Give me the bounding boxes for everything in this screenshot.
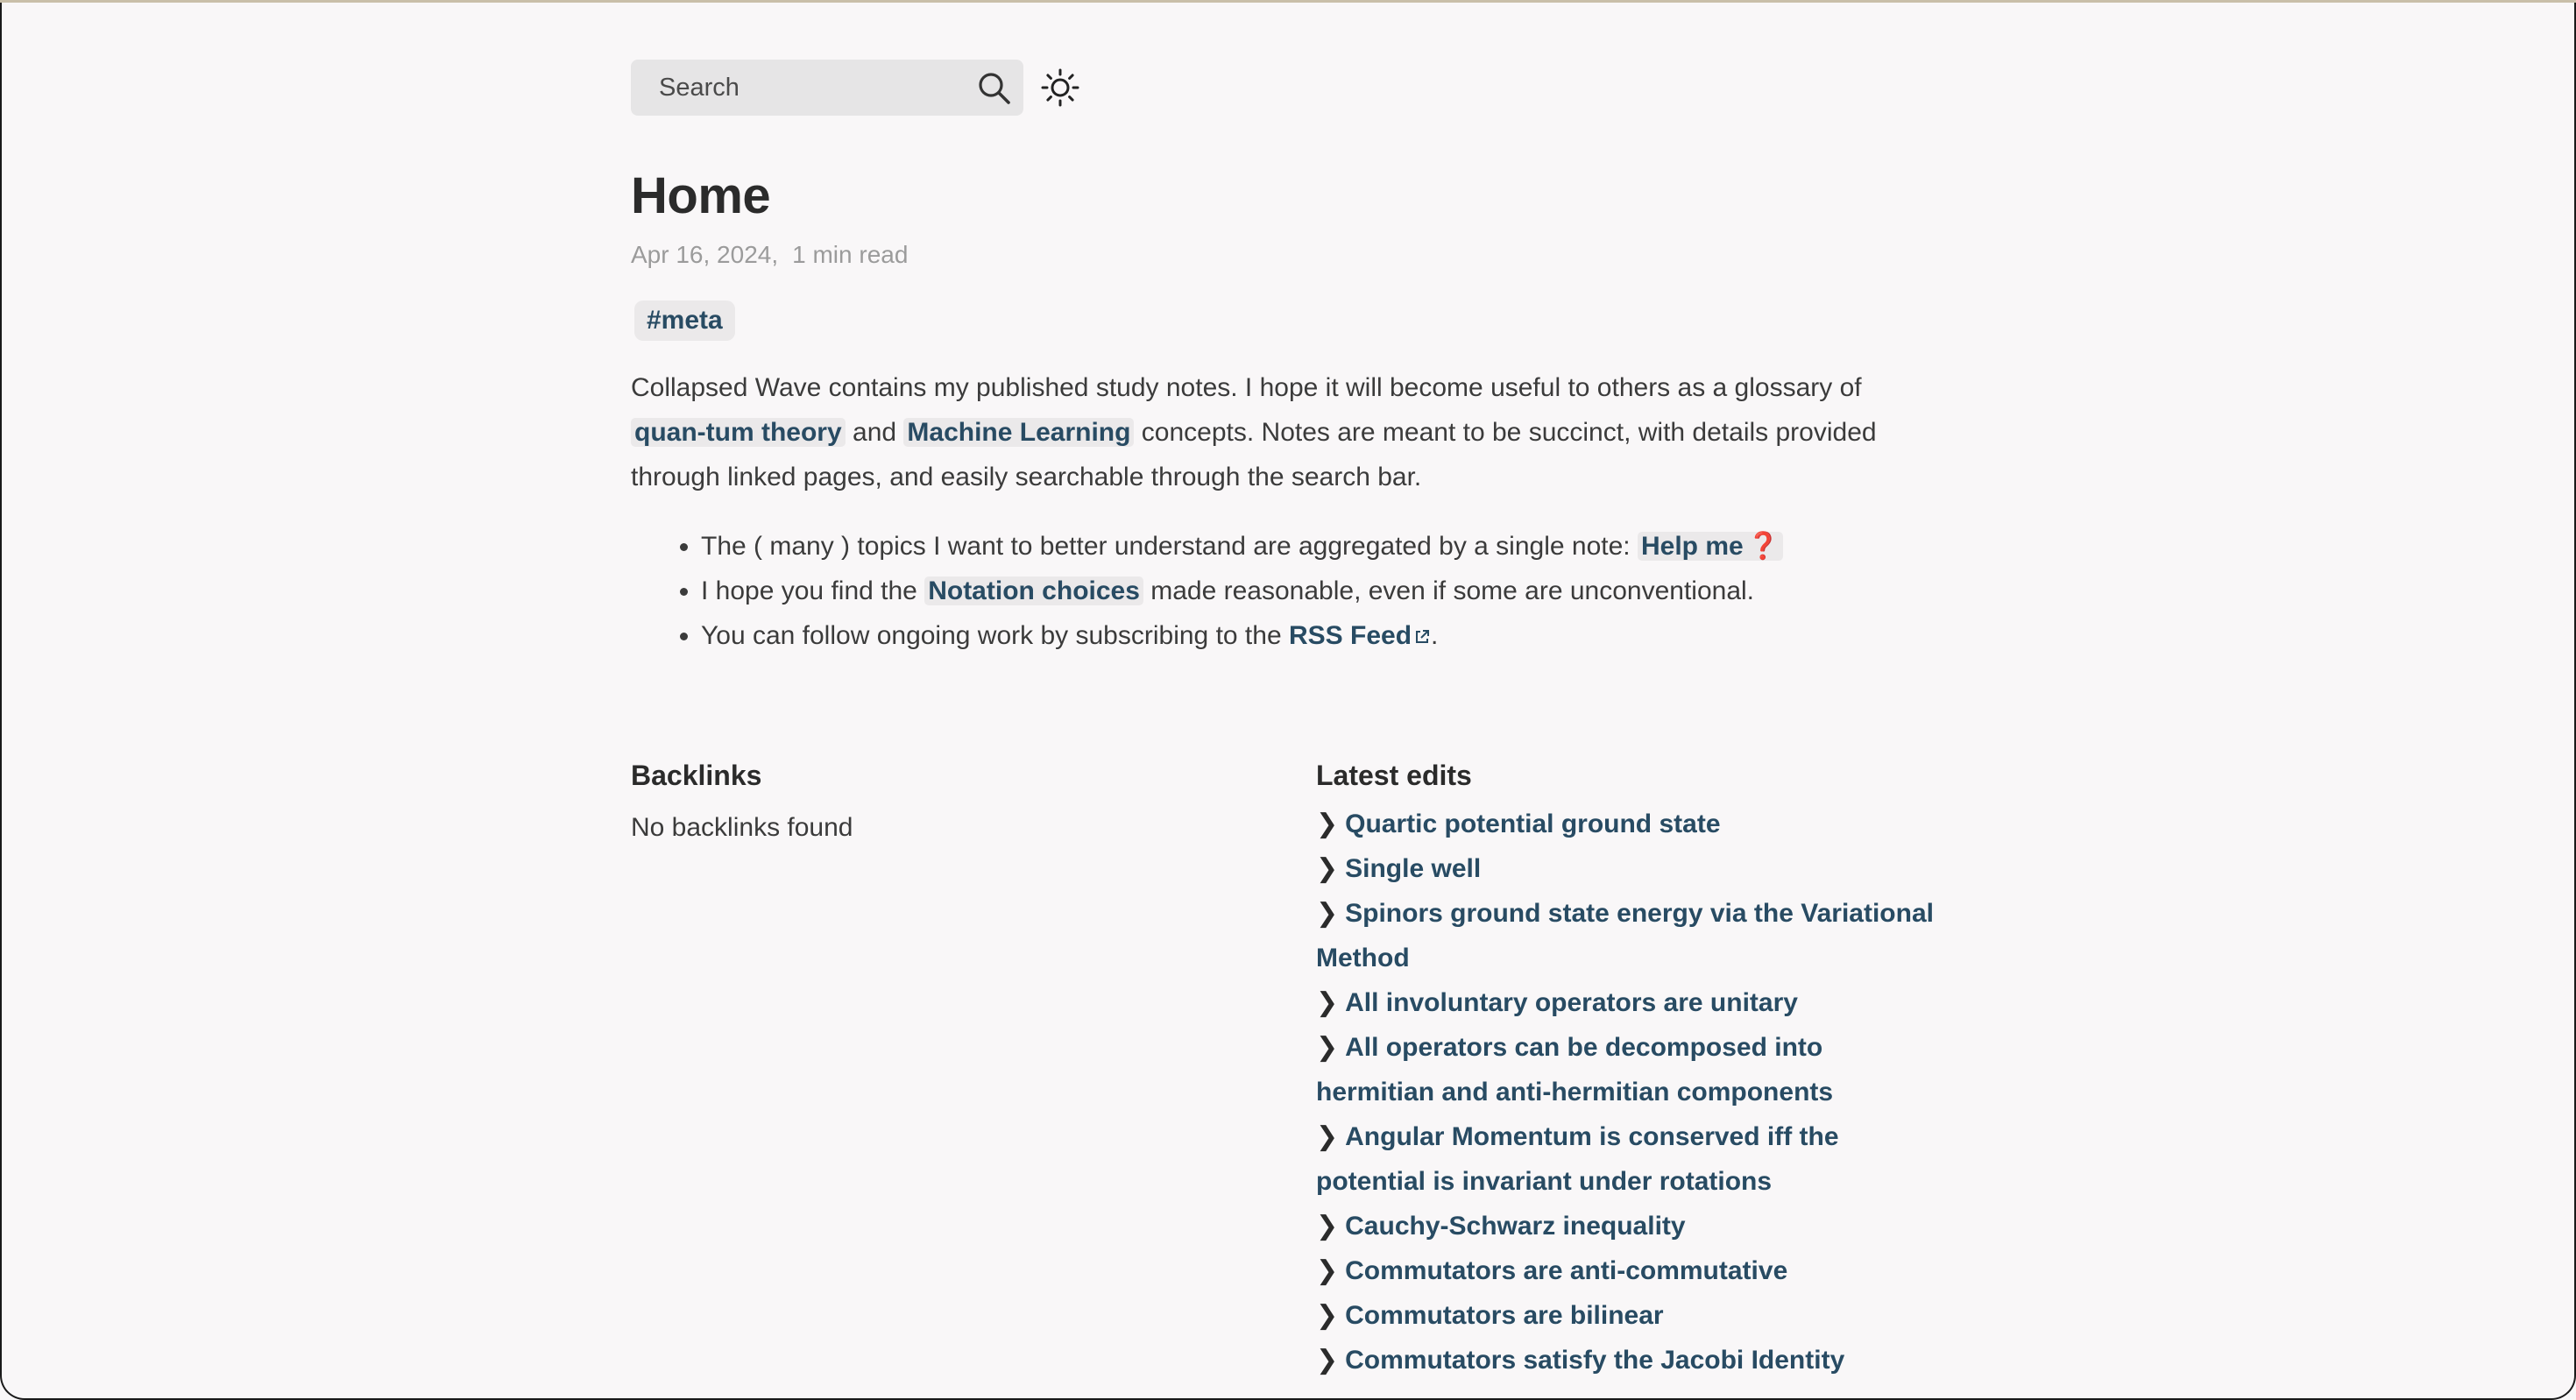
chevron-right-icon: ❯ (1316, 1122, 1339, 1151)
bullet-text: You can follow ongoing work by subscribi… (701, 621, 1289, 650)
chevron-right-icon: ❯ (1316, 1212, 1339, 1241)
chevron-right-icon: ❯ (1316, 1346, 1339, 1375)
latest-edit-label: Commutators satisfy the Jacobi Identity (1345, 1346, 1845, 1375)
latest-edits-list: ❯ Quartic potential ground state ❯ Single … (1316, 802, 1936, 1382)
latest-edit-item[interactable]: ❯ Spinors ground state energy via the Var… (1316, 891, 1936, 980)
latest-edits-title: Latest edits (1316, 760, 1472, 791)
link-quantum-theory[interactable]: quan-tum theory (631, 418, 846, 447)
tag-meta[interactable]: #meta (634, 301, 735, 341)
list-item: I hope you find the Notation choices mad… (701, 569, 1936, 613)
chevron-right-icon: ❯ (1316, 1033, 1339, 1062)
question-mark-icon: ❓ (1746, 532, 1780, 561)
intro-text-1: Collapsed Wave contains my published stu… (631, 373, 1862, 402)
link-rss-feed-label: RSS Feed (1288, 621, 1412, 650)
search-input[interactable]: Search (631, 60, 1023, 116)
latest-edit-label: Quartic potential ground state (1345, 810, 1721, 838)
link-rss-feed[interactable]: RSS Feed (1289, 621, 1431, 650)
latest-edit-label: Commutators are bilinear (1345, 1301, 1664, 1330)
latest-edit-label: Commutators are anti-commutative (1345, 1256, 1788, 1285)
latest-edit-item[interactable]: ❯ Cauchy-Schwarz inequality (1316, 1204, 1936, 1248)
bullet-text: made reasonable, even if some are unconv… (1143, 576, 1755, 605)
page-content: Search Home Apr 16, 2024, 1 min read #me… (631, 59, 1936, 1375)
link-machine-learning[interactable]: Machine Learning (903, 418, 1135, 447)
latest-edit-label: Single well (1345, 854, 1482, 883)
latest-edit-label: All operators can be decomposed into her… (1316, 1033, 1834, 1107)
list-item: You can follow ongoing work by subscribi… (701, 613, 1936, 660)
latest-edit-label: Spinors ground state energy via the Vari… (1316, 899, 1934, 972)
backlinks-section: Backlinks No backlinks found (631, 758, 1316, 1382)
chevron-right-icon: ❯ (1316, 899, 1339, 928)
external-link-icon (1413, 615, 1431, 660)
bullet-text: I hope you find the (701, 576, 925, 605)
chevron-right-icon: ❯ (1316, 988, 1339, 1017)
chevron-right-icon: ❯ (1316, 854, 1339, 883)
intro-text-2: and (845, 418, 904, 447)
link-help-me-label: Help me (1640, 532, 1744, 561)
page-date: Apr 16, 2024, (631, 241, 779, 268)
search-icon[interactable] (976, 70, 1011, 105)
footer-sections: Backlinks No backlinks found Latest edit… (631, 758, 1936, 1382)
latest-edit-item[interactable]: ❯ Single well (1316, 846, 1936, 891)
latest-edit-item[interactable]: ❯ Angular Momentum is conserved iff the p… (1316, 1114, 1936, 1204)
page-title: Home (631, 167, 771, 224)
latest-edit-label: Cauchy-Schwarz inequality (1345, 1212, 1686, 1241)
search-placeholder: Search (659, 73, 740, 102)
read-time: 1 min read (792, 241, 909, 268)
list-item: The ( many ) topics I want to better und… (701, 524, 1936, 569)
link-help-me[interactable]: Help me ❓ (1637, 532, 1784, 561)
latest-edit-item[interactable]: ❯ Quartic potential ground state (1316, 802, 1936, 846)
backlinks-empty-message: No backlinks found (631, 813, 853, 842)
bullet-text: The ( many ) topics I want to better und… (701, 532, 1638, 561)
latest-edit-item[interactable]: ❯ Commutators are anti-commutative (1316, 1248, 1936, 1293)
latest-edit-item[interactable]: ❯ Commutators are bilinear (1316, 1293, 1936, 1338)
latest-edit-item[interactable]: ❯ All involuntary operators are unitary (1316, 980, 1936, 1025)
latest-edits-section: Latest edits ❯ Quartic potential ground s… (1316, 758, 1936, 1382)
latest-edit-item[interactable]: ❯ Commutators satisfy the Jacobi Identity (1316, 1338, 1936, 1382)
intro-bullet-list: The ( many ) topics I want to better und… (631, 524, 1936, 660)
page-meta: Apr 16, 2024, 1 min read (631, 241, 1936, 269)
chevron-right-icon: ❯ (1316, 1301, 1339, 1330)
latest-edit-label: Angular Momentum is conserved iff the po… (1316, 1122, 1839, 1196)
chevron-right-icon: ❯ (1316, 810, 1339, 838)
intro-paragraph: Collapsed Wave contains my published stu… (631, 365, 1936, 499)
latest-edit-label: All involuntary operators are unitary (1345, 988, 1798, 1017)
link-notation-choices[interactable]: Notation choices (924, 576, 1143, 605)
latest-edit-item[interactable]: ❯ All operators can be decomposed into he… (1316, 1025, 1936, 1114)
chevron-right-icon: ❯ (1316, 1256, 1339, 1285)
backlinks-title: Backlinks (631, 760, 762, 791)
bullet-text: . (1431, 621, 1439, 650)
theme-toggle-sun-icon[interactable] (1041, 68, 1079, 107)
top-bar: Search (631, 59, 1936, 117)
